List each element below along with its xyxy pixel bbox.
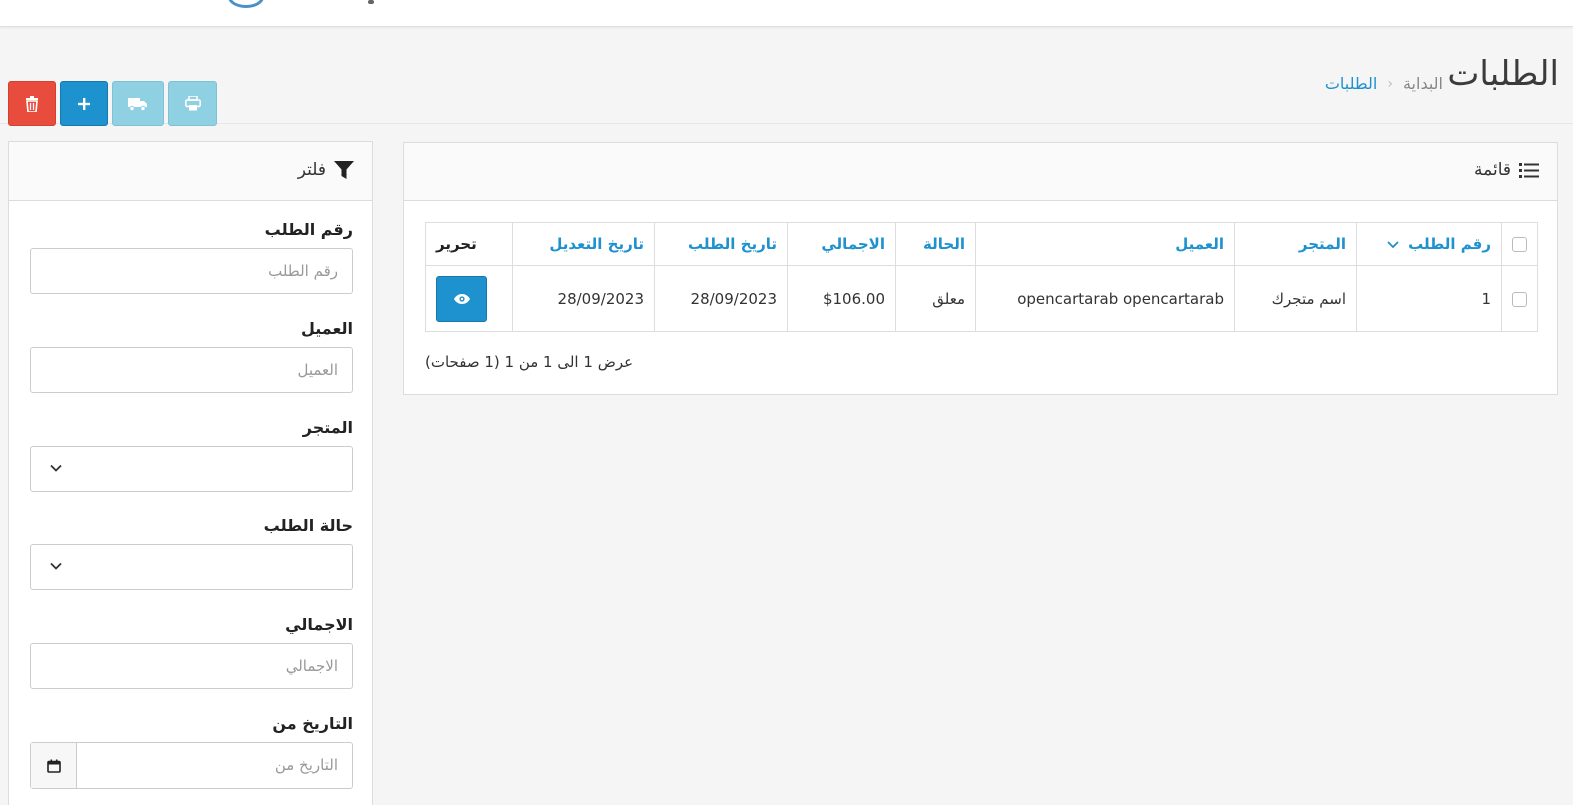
filter-date-from-input[interactable]: التاريخ من <box>30 742 353 789</box>
filter-customer-input[interactable]: العميل <box>30 347 353 393</box>
chevron-down-icon <box>50 562 62 570</box>
toolbar <box>8 81 217 126</box>
filter-panel: فلتر رقم الطلب رقم الطلب العميل العميل ا… <box>8 141 373 805</box>
print-invoice-button[interactable] <box>168 81 217 126</box>
row-checkbox[interactable] <box>1512 291 1527 307</box>
trash-icon <box>26 95 38 112</box>
cell-status: معلق <box>895 265 976 332</box>
column-date-added[interactable]: تاريخ الطلب <box>654 222 788 266</box>
filter-panel-title: فلتر <box>298 160 354 180</box>
column-total[interactable]: الاجمالي <box>787 222 896 266</box>
table-row: 1 اسم متجرك opencartarab opencartarab مع… <box>425 265 1538 332</box>
eye-icon <box>453 293 470 304</box>
column-status[interactable]: الحالة <box>895 222 976 266</box>
filter-store-select[interactable] <box>30 446 353 492</box>
cell-order-id: 1 <box>1356 265 1502 332</box>
filter-total-group: الاجمالي الاجمالي <box>29 615 353 689</box>
breadcrumb-home[interactable]: البداية <box>1403 74 1443 93</box>
filter-customer-label: العميل <box>300 319 353 338</box>
filter-store-label: المتجر <box>302 418 353 437</box>
view-order-button[interactable] <box>436 275 487 322</box>
filter-store-group: المتجر <box>29 418 353 492</box>
filter-date-from-label: التاريخ من <box>272 714 353 733</box>
breadcrumb: البداية ‹ الطلبات <box>1325 74 1443 93</box>
filter-date-from-group: التاريخ من التاريخ من <box>29 714 353 789</box>
shipping-button[interactable] <box>112 81 164 126</box>
pagination-results-text: عرض 1 الى 1 من 1 (1 صفحات) <box>425 353 634 371</box>
filter-order-status-label: حالة الطلب <box>263 516 353 535</box>
page-header: الطلبات البداية ‹ الطلبات <box>0 28 1573 126</box>
truck-icon <box>128 97 147 111</box>
row-select-cell <box>1501 265 1538 332</box>
filter-customer-group: العميل العميل <box>29 319 353 393</box>
cell-store: اسم متجرك <box>1234 265 1357 332</box>
plus-icon <box>78 97 90 110</box>
select-all-cell <box>1501 222 1538 266</box>
chevron-down-icon <box>50 464 62 472</box>
delete-button[interactable] <box>8 81 56 126</box>
filter-total-label: الاجمالي <box>285 615 353 634</box>
list-panel-header: قائمة <box>404 143 1557 201</box>
cell-action <box>425 265 513 332</box>
column-action: تحرير <box>425 222 513 266</box>
cell-total: $106.00 <box>787 265 896 332</box>
breadcrumb-current[interactable]: الطلبات <box>1325 74 1378 93</box>
filter-total-input[interactable]: الاجمالي <box>30 643 353 689</box>
column-customer[interactable]: العميل <box>975 222 1235 266</box>
list-icon <box>1519 162 1539 178</box>
list-panel-title: قائمة <box>1474 160 1539 180</box>
filter-order-status-select[interactable] <box>30 544 353 590</box>
cell-date-added: 28/09/2023 <box>654 265 788 332</box>
add-button[interactable] <box>60 81 108 126</box>
column-date-modified[interactable]: تاريخ التعديل <box>512 222 655 266</box>
column-store[interactable]: المتجر <box>1234 222 1357 266</box>
list-title-text: قائمة <box>1474 160 1511 180</box>
cell-date-modified: 28/09/2023 <box>512 265 655 332</box>
date-picker-button[interactable] <box>31 743 77 788</box>
page-title: الطلبات <box>1447 54 1559 94</box>
table-header-row: رقم الطلب المتجر العميل الحالة الاجمالي … <box>425 222 1538 266</box>
breadcrumb-separator-icon: ‹ <box>1387 75 1393 92</box>
top-navbar <box>0 0 1573 27</box>
filter-panel-header: فلتر <box>9 142 372 201</box>
column-order-id[interactable]: رقم الطلب <box>1356 222 1502 266</box>
orders-table: رقم الطلب المتجر العميل الحالة الاجمالي … <box>425 222 1538 332</box>
logo-icon[interactable] <box>228 0 264 8</box>
filter-icon <box>334 161 354 179</box>
calendar-icon <box>46 759 61 773</box>
order-list-panel: قائمة رقم الطلب المتجر العميل الحالة الا… <box>403 142 1558 395</box>
select-all-checkbox[interactable] <box>1512 237 1527 252</box>
column-order-id-label: رقم الطلب <box>1408 235 1491 253</box>
logo-text-fragment <box>368 0 374 4</box>
sort-desc-icon <box>1387 241 1399 249</box>
filter-order-id-label: رقم الطلب <box>264 220 353 239</box>
print-icon <box>184 96 201 111</box>
filter-title-text: فلتر <box>297 160 326 180</box>
filter-order-status-group: حالة الطلب <box>29 516 353 590</box>
date-from-placeholder: التاريخ من <box>274 756 338 774</box>
filter-order-id-group: رقم الطلب رقم الطلب <box>29 220 353 294</box>
filter-order-id-input[interactable]: رقم الطلب <box>30 248 353 294</box>
cell-customer: opencartarab opencartarab <box>975 265 1235 332</box>
